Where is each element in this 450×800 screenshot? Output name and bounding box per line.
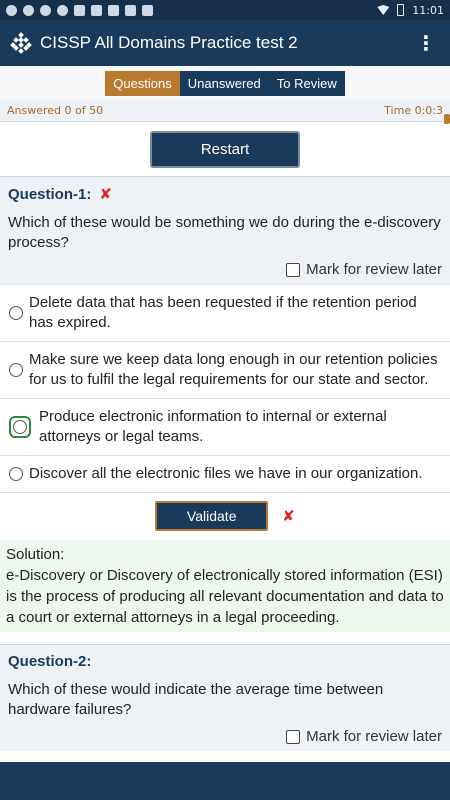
- notification-icons: [6, 4, 153, 16]
- mark-for-review[interactable]: Mark for review later: [8, 728, 442, 745]
- option-text: Discover all the electronic files we hav…: [29, 465, 423, 482]
- solution-panel: Solution: e-Discovery or Discovery of el…: [0, 540, 450, 632]
- review-checkbox[interactable]: [286, 262, 301, 277]
- answer-options: Delete data that has been requested if t…: [0, 284, 450, 540]
- app-logo-icon: [10, 32, 32, 54]
- radio-button-highlighted[interactable]: [9, 416, 31, 438]
- notification-icon: [74, 4, 85, 16]
- drive-icon: [142, 4, 153, 16]
- tab-questions[interactable]: Questions: [105, 70, 180, 96]
- answer-option-correct[interactable]: Produce electronic information to intern…: [0, 398, 450, 455]
- overflow-menu-icon[interactable]: ⋮: [412, 33, 440, 53]
- option-text: Delete data that has been requested if t…: [29, 294, 417, 331]
- tab-unanswered[interactable]: Unanswered: [179, 70, 269, 96]
- answer-option[interactable]: Delete data that has been requested if t…: [0, 284, 450, 341]
- mark-for-review[interactable]: Mark for review later: [8, 261, 442, 278]
- answer-option[interactable]: Make sure we keep data long enough in ou…: [0, 341, 450, 398]
- notification-icon: [91, 4, 102, 16]
- gmail-icon: [108, 4, 119, 16]
- answered-count: Answered 0 of 50: [7, 104, 104, 117]
- notification-icon: [40, 4, 51, 16]
- question-card: Question-1: ✘ Which of these would be so…: [0, 176, 450, 284]
- question-number: Question-1:: [8, 185, 92, 203]
- wrong-icon: ✘: [99, 185, 112, 203]
- progress-row: Answered 0 of 50 Time 0:0:3: [0, 100, 450, 124]
- solution-heading: Solution:: [6, 546, 65, 563]
- answer-option[interactable]: Discover all the electronic files we hav…: [0, 455, 450, 492]
- notification-icon: [57, 4, 68, 16]
- restart-container: Restart: [0, 122, 450, 176]
- question-card: Question-2: Which of these would indicat…: [0, 644, 450, 751]
- wrong-icon: ✘: [282, 507, 295, 525]
- review-label: Mark for review later: [306, 728, 442, 745]
- tab-to-review[interactable]: To Review: [268, 70, 345, 96]
- radio-button[interactable]: [9, 363, 23, 377]
- option-text: Produce electronic information to intern…: [39, 408, 387, 445]
- solution-text: e-Discovery or Discovery of electronical…: [6, 567, 444, 626]
- notification-icon: [6, 4, 17, 16]
- option-text: Make sure we keep data long enough in ou…: [29, 351, 438, 388]
- question-number: Question-2:: [8, 653, 92, 670]
- battery-icon: [397, 4, 405, 16]
- notification-icon: [23, 4, 34, 16]
- bottom-bar: [0, 762, 450, 800]
- restart-button[interactable]: Restart: [150, 131, 300, 168]
- review-label: Mark for review later: [306, 261, 442, 278]
- tab-bar: Questions Unanswered To Review: [0, 66, 450, 100]
- validate-button[interactable]: Validate: [155, 501, 269, 531]
- question-text: Which of these would be something we do …: [8, 214, 441, 251]
- app-bar: CISSP All Domains Practice test 2 ⋮: [0, 20, 450, 66]
- radio-button[interactable]: [9, 467, 23, 481]
- review-checkbox[interactable]: [286, 729, 301, 744]
- question-text: Which of these would indicate the averag…: [8, 681, 384, 718]
- scroll-handle[interactable]: [444, 114, 450, 124]
- validate-row: Validate ✘: [0, 492, 450, 540]
- radio-button[interactable]: [9, 306, 23, 320]
- clock: 11:01: [412, 3, 444, 17]
- timer: Time 0:0:3: [384, 104, 443, 117]
- image-icon: [125, 4, 136, 16]
- wifi-icon: [377, 5, 390, 15]
- status-bar: 11:01: [0, 0, 450, 20]
- app-title: CISSP All Domains Practice test 2: [40, 33, 298, 52]
